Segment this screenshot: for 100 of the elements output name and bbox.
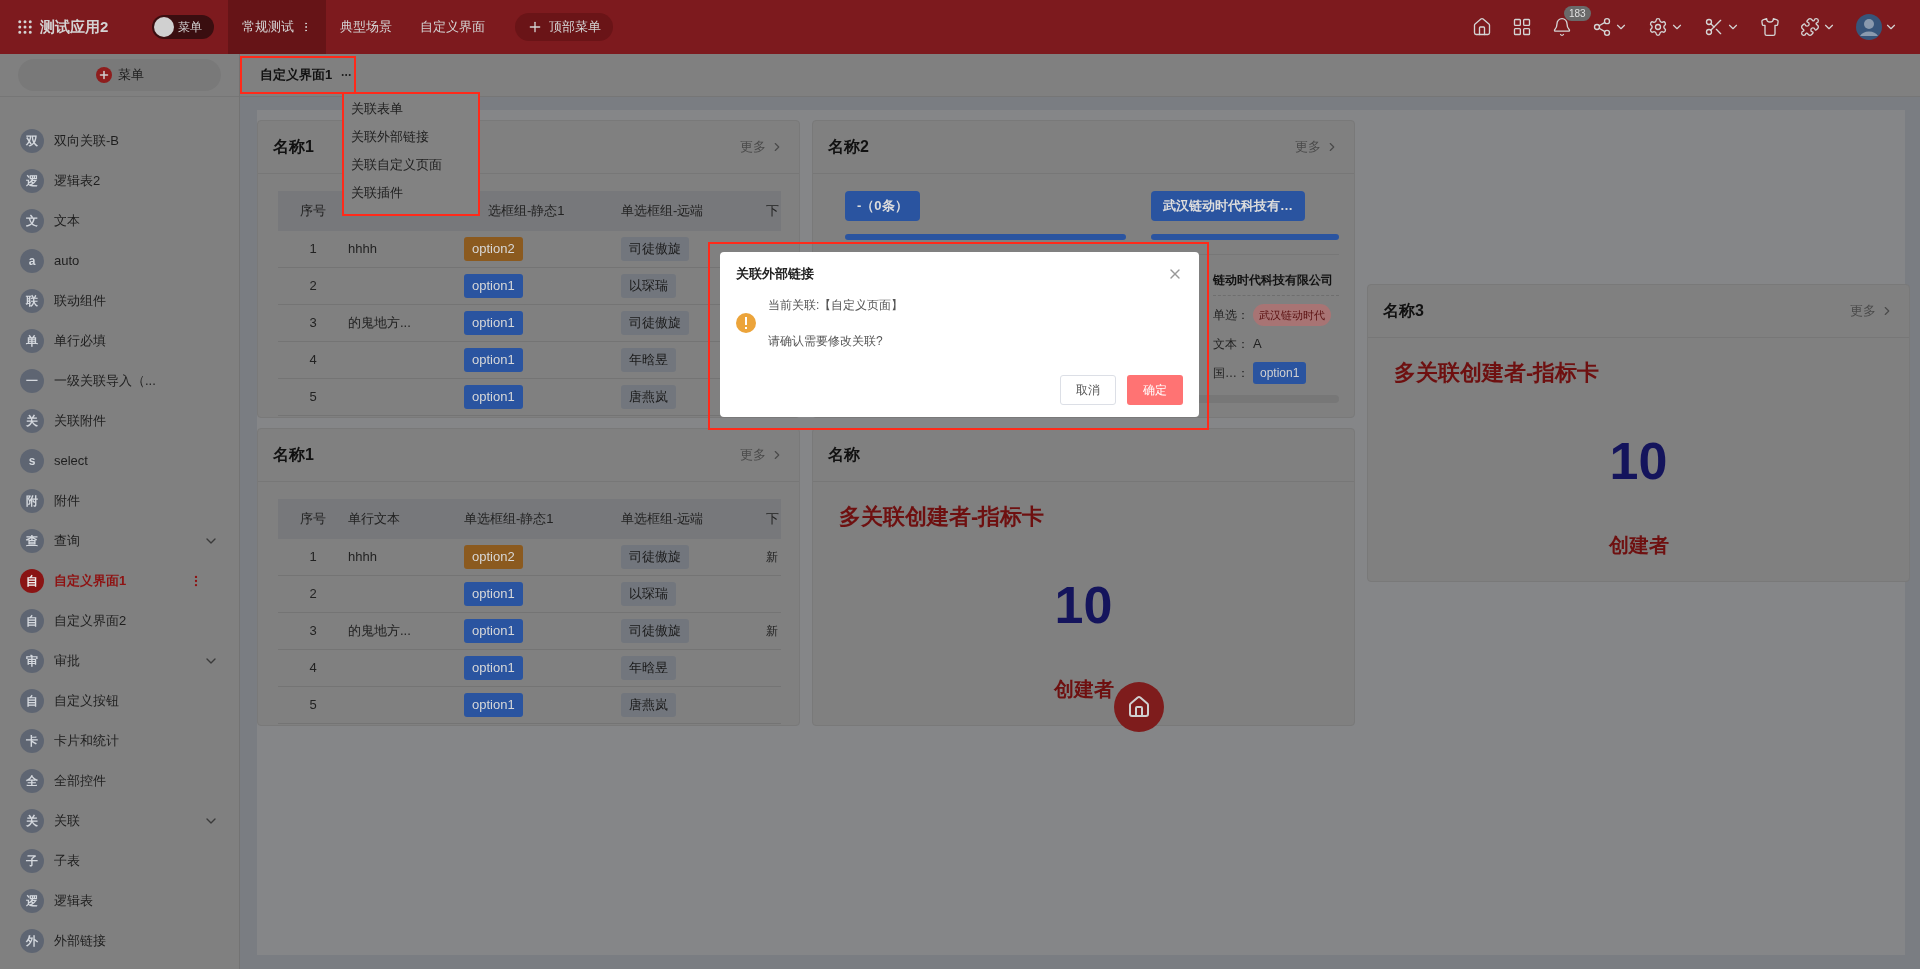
column-header: 下	[766, 203, 779, 219]
table-cell: 5	[309, 389, 317, 405]
plus-icon	[95, 67, 112, 83]
dialog-title: 关联外部链接	[736, 265, 814, 284]
column-header: 单选框组-静态1	[464, 511, 554, 527]
sidebar-item[interactable]: 审 审批	[0, 641, 239, 681]
option-tag: option2	[464, 237, 523, 261]
sidebar-item[interactable]: 双 双向关联-B	[0, 121, 239, 161]
sidebar-item[interactable]: 全 全部控件	[0, 761, 239, 801]
field-label: 文本：	[1213, 335, 1249, 353]
table-cell: 的鬼地方...	[348, 623, 411, 639]
shirt-button[interactable]	[1760, 17, 1780, 37]
grid-icon	[1512, 17, 1532, 37]
table-cell: 的鬼地方...	[348, 315, 411, 331]
table-cell: 4	[309, 352, 317, 368]
relation-button[interactable]: -（0条）	[845, 191, 920, 221]
avatar-button[interactable]	[1856, 14, 1898, 40]
name-tag: 年晗昱	[621, 656, 676, 680]
app-grid-icon[interactable]	[16, 18, 34, 36]
settings-icon	[1648, 17, 1668, 37]
sidebar-item[interactable]: s select	[0, 441, 239, 481]
menu-item[interactable]: 关联插件	[344, 179, 478, 207]
letter-avatar: 逻	[20, 169, 44, 193]
name-tag: 司徒傲旋	[621, 545, 689, 569]
confirm-button[interactable]: 确定	[1127, 375, 1183, 405]
letter-avatar: 卡	[20, 729, 44, 753]
settings-button[interactable]	[1648, 17, 1684, 37]
table-cell: 新	[766, 624, 778, 639]
column-header: 选框组-静态1	[488, 203, 565, 219]
column-header: 单选框组-远端	[621, 511, 704, 527]
field-label: 国…：	[1213, 364, 1249, 382]
sidebar-item[interactable]: a auto	[0, 241, 239, 281]
name-tag: 唐燕岚	[621, 385, 676, 409]
grid-button[interactable]	[1512, 17, 1532, 37]
scissors-button[interactable]	[1704, 17, 1740, 37]
option-tag: option1	[1253, 361, 1307, 384]
field-value: A	[1253, 334, 1262, 353]
name-tag: 唐燕岚	[621, 693, 676, 717]
metric-value: 10	[1609, 431, 1668, 491]
sidebar-item[interactable]: 联 联动组件	[0, 281, 239, 321]
cancel-button[interactable]: 取消	[1060, 375, 1116, 405]
nav-tab[interactable]: 典型场景	[326, 0, 407, 54]
menu-item[interactable]: 关联表单	[344, 95, 478, 123]
card-title: 名称	[828, 445, 860, 465]
metric-caption: 创建者	[1608, 533, 1669, 558]
sidebar-item[interactable]: 查 查询	[0, 521, 239, 561]
menu-toggle[interactable]: 菜单	[152, 15, 215, 39]
puzzle-icon	[1800, 17, 1820, 37]
puzzle-button[interactable]	[1800, 17, 1836, 37]
home-button[interactable]	[1472, 17, 1492, 37]
menu-item[interactable]: 关联自定义页面	[344, 151, 478, 179]
letter-avatar: 自	[20, 689, 44, 713]
letter-avatar: 审	[20, 649, 44, 673]
sidebar-item[interactable]: 自 自定义按钮	[0, 681, 239, 721]
column-header: 序号	[300, 203, 326, 219]
card-title: 名称1	[273, 445, 314, 465]
relation-button[interactable]: 武汉链动时代科技有…	[1151, 191, 1305, 221]
nav-tab[interactable]: 自定义界面	[406, 0, 500, 54]
sidebar-item[interactable]: 子 子表	[0, 841, 239, 881]
metric-caption: 创建者	[1053, 677, 1114, 702]
nav-tab[interactable]: 常规测试	[228, 0, 327, 54]
option-tag: option1	[464, 274, 523, 298]
sidebar-item[interactable]: 自 自定义界面1	[0, 561, 239, 601]
sidebar-item[interactable]: 单 单行必填	[0, 321, 239, 361]
bell-button[interactable]	[1552, 17, 1572, 37]
dialog-message: 请确认需要修改关联?	[768, 333, 884, 350]
menu-item[interactable]: 关联外部链接	[344, 123, 478, 151]
sidebar-item[interactable]: 自 自定义界面2	[0, 601, 239, 641]
name-tag: 以琛瑞	[621, 582, 676, 606]
add-menu-button[interactable]: 菜单	[18, 59, 221, 91]
table-cell: 5	[309, 697, 317, 713]
sidebar-item[interactable]: 附 附件	[0, 481, 239, 521]
option-tag: option1	[464, 693, 523, 717]
sidebar-item[interactable]: 外 外部链接	[0, 921, 239, 961]
scissors-icon	[1704, 17, 1724, 37]
count-badge: 183	[1564, 6, 1591, 21]
letter-avatar: 双	[20, 129, 44, 153]
option-tag: option1	[464, 582, 523, 606]
card-title: 名称1	[273, 137, 314, 157]
sidebar-item[interactable]: 关 关联附件	[0, 401, 239, 441]
warning-icon	[736, 313, 756, 333]
table-cell: hhhh	[348, 241, 377, 257]
letter-avatar: 一	[20, 369, 44, 393]
name-tag: 司徒傲旋	[621, 619, 689, 643]
add-top-menu-button[interactable]: 顶部菜单	[515, 13, 614, 41]
option-tag: option1	[464, 348, 523, 372]
home-icon	[1472, 17, 1492, 37]
sidebar-item[interactable]: 关 关联	[0, 801, 239, 841]
sidebar-item[interactable]: 逻 逻辑表2	[0, 161, 239, 201]
share-button[interactable]	[1592, 17, 1628, 37]
sidebar-item[interactable]: 卡 卡片和统计	[0, 721, 239, 761]
table-cell: 新	[766, 550, 778, 565]
letter-avatar: 查	[20, 529, 44, 553]
dialog-message: 当前关联:【自定义页面】	[768, 297, 904, 314]
letter-avatar: 联	[20, 289, 44, 313]
table-cell: 3	[309, 623, 317, 639]
avatar-icon	[1856, 14, 1882, 40]
name-tag: 司徒傲旋	[621, 311, 689, 335]
sidebar-item[interactable]: 文 文本	[0, 201, 239, 241]
sidebar-item[interactable]: 逻 逻辑表	[0, 881, 239, 921]
